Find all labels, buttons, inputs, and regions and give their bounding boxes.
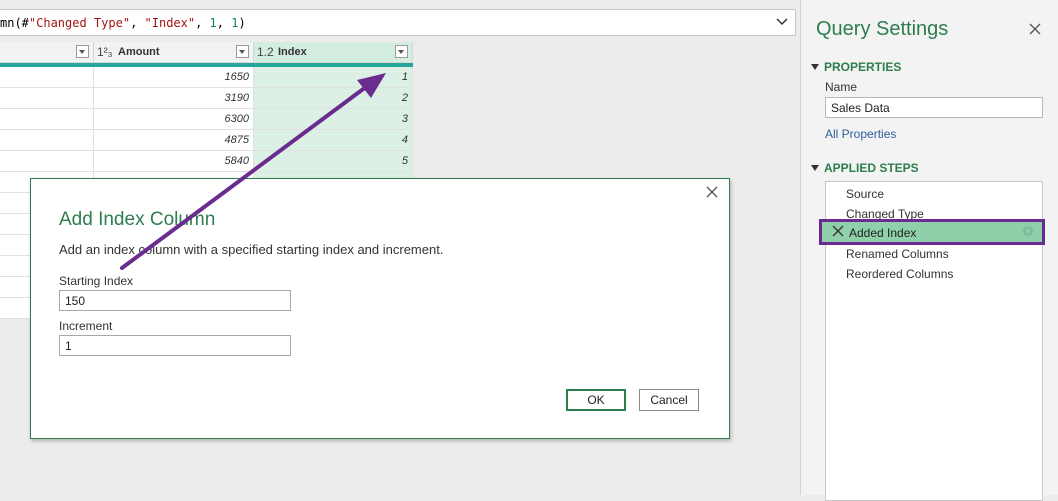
column-filter-button[interactable] [236, 45, 249, 58]
column-header-label: Amount [118, 46, 160, 58]
formula-text[interactable]: mn(#"Changed Type", "Index", 1, 1) [0, 16, 246, 30]
all-properties-link[interactable]: All Properties [825, 127, 896, 141]
formula-bar[interactable]: mn(#"Changed Type", "Index", 1, 1) [0, 9, 796, 36]
chevron-down-icon[interactable] [775, 14, 789, 30]
table-cell-amount[interactable]: 3190 [94, 88, 254, 108]
gear-icon[interactable] [1022, 225, 1034, 237]
dialog-description: Add an index column with a specified sta… [59, 242, 444, 257]
table-row[interactable]: 1650 1 [0, 67, 413, 88]
column-header-label: Index [278, 46, 307, 58]
table-cell[interactable] [0, 88, 94, 108]
applied-steps-section-header[interactable]: APPLIED STEPS [811, 161, 919, 175]
table-cell-index[interactable]: 2 [254, 88, 413, 108]
ok-button[interactable]: OK [566, 389, 626, 411]
name-label: Name [825, 80, 858, 94]
dialog-title: Add Index Column [59, 209, 216, 230]
query-settings-title: Query Settings [816, 18, 949, 40]
table-cell-index[interactable]: 5 [254, 151, 413, 171]
table-cell[interactable] [0, 130, 94, 150]
table-cell-amount[interactable]: 6300 [94, 109, 254, 129]
table-cell-index[interactable]: 3 [254, 109, 413, 129]
collapse-triangle-icon[interactable] [811, 64, 819, 70]
table-cell-amount[interactable]: 4875 [94, 130, 254, 150]
cancel-button[interactable]: Cancel [639, 389, 699, 411]
close-icon[interactable] [1028, 22, 1042, 36]
column-header[interactable] [0, 42, 94, 62]
step-added-index[interactable]: Added Index [819, 219, 1045, 245]
column-filter-button[interactable] [395, 45, 408, 58]
grid-header: 1²₃ Amount 1.2 Index [0, 42, 413, 63]
whole-number-type-icon[interactable]: 1²₃ [97, 45, 113, 59]
column-header-amount[interactable]: 1²₃ Amount [94, 42, 254, 62]
step-label: Added Index [849, 226, 917, 240]
increment-input[interactable] [59, 335, 291, 356]
delete-step-icon[interactable] [832, 225, 844, 237]
table-cell[interactable] [0, 109, 94, 129]
add-index-column-dialog: Add Index Column Add an index column wit… [30, 178, 730, 439]
column-filter-button[interactable] [76, 45, 89, 58]
collapse-triangle-icon[interactable] [811, 165, 819, 171]
table-cell[interactable] [0, 67, 94, 87]
table-cell-amount[interactable]: 5840 [94, 151, 254, 171]
step-reordered-columns[interactable]: Reordered Columns [846, 267, 953, 281]
step-source[interactable]: Source [846, 187, 884, 201]
query-name-input[interactable] [825, 97, 1043, 118]
decimal-type-icon[interactable]: 1.2 [257, 45, 274, 59]
column-header-index[interactable]: 1.2 Index [254, 42, 413, 62]
table-row[interactable]: 3190 2 [0, 88, 413, 109]
table-cell[interactable] [0, 151, 94, 171]
properties-section-header[interactable]: PROPERTIES [811, 60, 901, 74]
table-row[interactable]: 5840 5 [0, 151, 413, 172]
starting-index-input[interactable] [59, 290, 291, 311]
step-renamed-columns[interactable]: Renamed Columns [846, 247, 949, 261]
table-row[interactable]: 6300 3 [0, 109, 413, 130]
increment-label: Increment [59, 319, 113, 333]
close-icon[interactable] [705, 185, 719, 199]
query-settings-pane: Query Settings PROPERTIES Name All Prope… [800, 0, 1058, 501]
table-row[interactable]: 4875 4 [0, 130, 413, 151]
table-cell-amount[interactable]: 1650 [94, 67, 254, 87]
table-cell-index[interactable]: 4 [254, 130, 413, 150]
starting-index-label: Starting Index [59, 274, 134, 288]
table-cell-index[interactable]: 1 [254, 67, 413, 87]
